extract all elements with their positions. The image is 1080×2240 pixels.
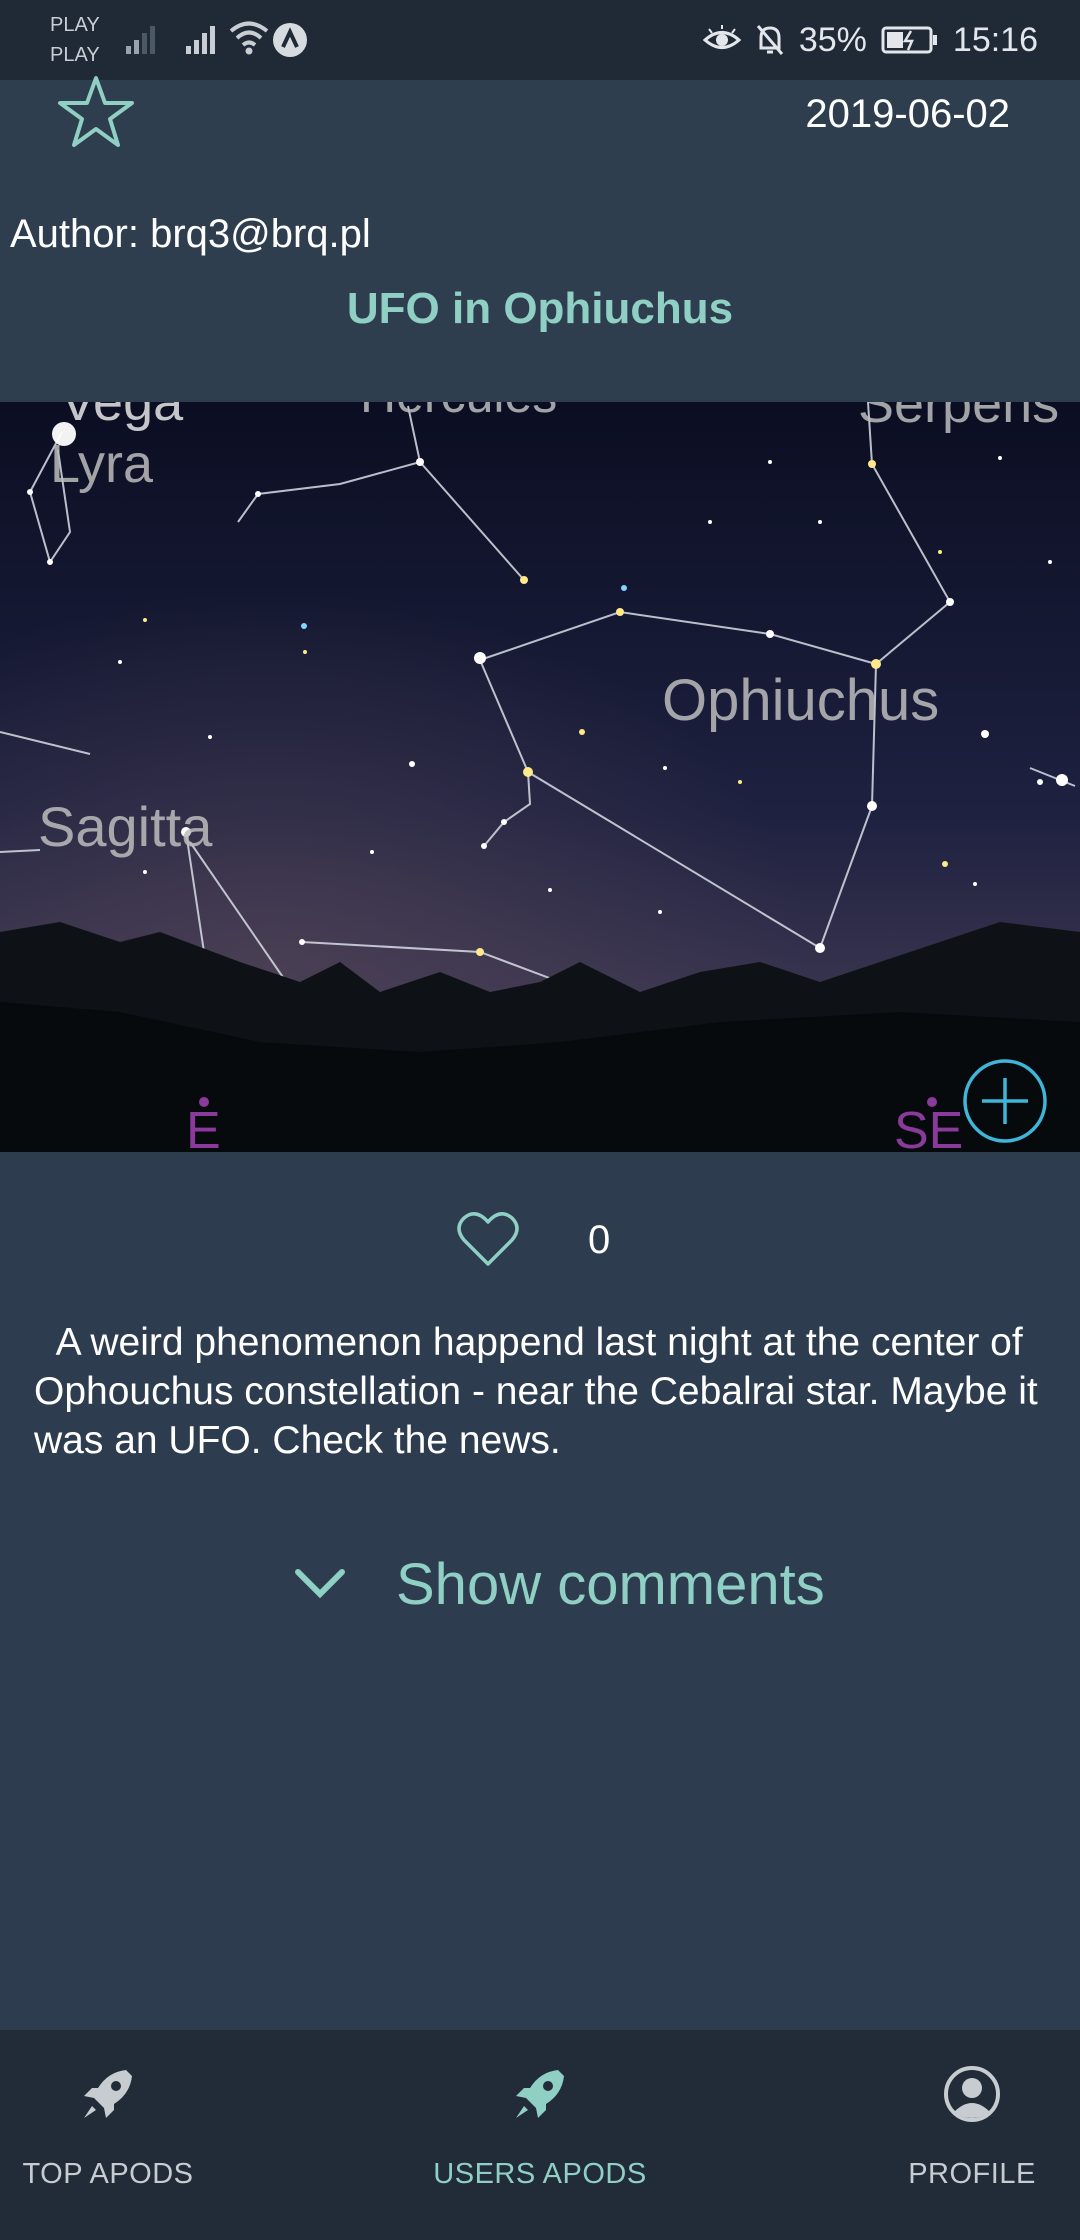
post-description: A weird phenomenon happend last night at… <box>34 1318 1054 1465</box>
carrier-1: PLAY <box>50 14 100 36</box>
compass-se: SE <box>894 1102 963 1152</box>
battery-icon <box>881 26 937 54</box>
signal-icon <box>126 26 155 54</box>
nav-top-apods[interactable]: TOP APODS <box>0 2030 258 2240</box>
label-lyra: Lyra <box>50 434 154 494</box>
status-right: 35% 15:16 <box>702 16 1038 64</box>
show-comments-label: Show comments <box>396 1551 825 1617</box>
post-date: 2019-06-02 <box>805 92 1010 136</box>
like-count: 0 <box>588 1218 611 1262</box>
apod-image: Vega Hercules Serpens Lyra Ophiuchus Sag… <box>0 402 1080 1152</box>
battery-percent: 35% <box>798 20 867 59</box>
chevron-down-icon <box>295 1569 345 1599</box>
favorite-star-icon[interactable] <box>56 72 136 152</box>
clock: 15:16 <box>952 20 1038 59</box>
like-heart-icon[interactable] <box>456 1208 520 1268</box>
nav-profile[interactable]: PROFILE <box>822 2030 1080 2240</box>
app-notification-icon <box>273 23 307 57</box>
nav-label-profile: PROFILE <box>908 2158 1036 2190</box>
nav-users-apods[interactable]: USERS APODS <box>390 2030 690 2240</box>
wifi-icon <box>229 21 269 55</box>
label-ophiuchus: Ophiuchus <box>662 668 939 733</box>
post-header: 2019-06-02 Author: brq3@brq.pl UFO in Op… <box>0 76 1080 402</box>
rocket-icon-active <box>516 2070 564 2118</box>
signal-icon-2 <box>186 26 215 54</box>
rocket-icon <box>84 2070 132 2118</box>
show-comments-button[interactable]: Show comments <box>290 1548 825 1620</box>
carrier-2: PLAY <box>50 44 100 66</box>
post-author: Author: brq3@brq.pl <box>10 212 371 256</box>
nav-label-top-apods: TOP APODS <box>22 2158 194 2190</box>
post-description-text: A weird phenomenon happend last night at… <box>34 1321 1038 1462</box>
status-bar: PLAY PLAY 35% 15:16 <box>0 0 1080 80</box>
label-hercules: Hercules <box>360 402 557 423</box>
add-circle-button[interactable] <box>962 1058 1048 1144</box>
nav-label-users-apods: USERS APODS <box>433 2158 647 2190</box>
label-sagitta: Sagitta <box>38 795 213 858</box>
label-vega: Vega <box>60 402 184 432</box>
bell-off-icon <box>756 25 783 55</box>
label-serpens: Serpens <box>858 402 1059 434</box>
eye-icon <box>702 25 741 49</box>
bottom-navigation: TOP APODS USERS APODS PROFILE <box>0 2030 1080 2240</box>
constellation-image: Vega Hercules Serpens Lyra Ophiuchus Sag… <box>0 402 1080 1152</box>
post-title: UFO in Ophiuchus <box>346 284 734 333</box>
profile-icon <box>944 2066 1000 2122</box>
compass-e: E <box>186 1102 221 1152</box>
like-row: 0 <box>0 1204 1080 1276</box>
carrier-labels: PLAY PLAY <box>50 10 100 70</box>
